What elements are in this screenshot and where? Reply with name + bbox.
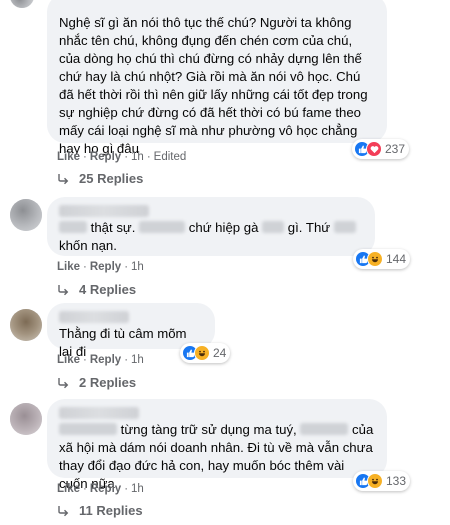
author-name-redacted[interactable]: [59, 311, 129, 323]
reaction-summary[interactable]: 237: [352, 139, 410, 159]
view-replies-button[interactable]: 25 Replies: [57, 171, 143, 186]
haha-icon: [194, 345, 210, 361]
redacted-text: [333, 221, 356, 233]
edited-label: Edited: [153, 151, 187, 163]
replies-label[interactable]: 2 Replies: [79, 375, 136, 390]
reaction-summary[interactable]: 144: [353, 249, 411, 269]
comment-bubble: từng tàng trữ sử dụng ma tuý, của xã hội…: [47, 399, 387, 491]
redacted-text: [262, 221, 285, 233]
love-icon: [366, 141, 382, 157]
reaction-summary[interactable]: 24: [180, 343, 231, 363]
reply-arrow-icon: [58, 505, 69, 516]
reply-arrow-icon: [58, 173, 69, 184]
author-name-redacted[interactable]: [59, 407, 139, 419]
comment-bubble: Nghệ sĩ gì ăn nói thô tục thế chú? Người…: [47, 0, 387, 156]
redacted-text: [59, 423, 117, 435]
replies-label[interactable]: 11 Replies: [79, 503, 143, 518]
reaction-count: 133: [386, 474, 407, 488]
comment-text-part: khốn nạn.: [59, 238, 117, 253]
replies-label[interactable]: 4 Replies: [79, 282, 136, 297]
comment-actions: Like · Reply · 1h: [57, 354, 144, 366]
comment-bubble: thật sự. chứ hiệp gà gì. Thứ khốn nạn.: [47, 197, 375, 256]
reply-link[interactable]: Reply: [90, 354, 121, 366]
reaction-count: 144: [386, 252, 407, 266]
timestamp[interactable]: 1h: [131, 151, 144, 163]
author-name-redacted[interactable]: [59, 205, 149, 217]
reaction-summary[interactable]: 133: [353, 471, 411, 491]
timestamp[interactable]: 1h: [131, 261, 144, 273]
replies-label[interactable]: 25 Replies: [79, 171, 143, 186]
comment-text-part: chứ hiệp gà: [188, 220, 259, 235]
comment-text-part: từng tàng trữ sử dụng ma tuý,: [120, 422, 297, 437]
comment-actions: Like · Reply · 1h: [57, 483, 144, 495]
reply-arrow-icon: [58, 284, 69, 295]
reply-link[interactable]: Reply: [90, 151, 121, 163]
like-link[interactable]: Like: [57, 261, 80, 273]
haha-icon: [367, 251, 383, 267]
avatar[interactable]: [10, 0, 34, 8]
view-replies-button[interactable]: 2 Replies: [57, 375, 136, 390]
comment-text-part: thật sự.: [90, 220, 136, 235]
comment-text-part: gì. Thứ: [287, 220, 331, 235]
comment-actions: Like · Reply · 1h: [57, 261, 144, 273]
reaction-count: 237: [385, 142, 406, 156]
like-link[interactable]: Like: [57, 151, 80, 163]
redacted-text: [59, 221, 87, 233]
view-replies-button[interactable]: 11 Replies: [57, 503, 143, 518]
like-link[interactable]: Like: [57, 483, 80, 495]
reaction-count: 24: [213, 346, 227, 360]
reply-link[interactable]: Reply: [90, 261, 121, 273]
comment-text: Nghệ sĩ gì ăn nói thô tục thế chú? Người…: [59, 15, 368, 156]
comment-actions: Like · Reply · 1h · Edited: [57, 151, 187, 163]
like-link[interactable]: Like: [57, 354, 80, 366]
haha-icon: [367, 473, 383, 489]
avatar[interactable]: [10, 403, 42, 435]
timestamp[interactable]: 1h: [131, 483, 144, 495]
reply-arrow-icon: [58, 377, 69, 388]
redacted-text: [300, 423, 349, 435]
avatar[interactable]: [10, 309, 42, 341]
avatar[interactable]: [10, 199, 42, 231]
view-replies-button[interactable]: 4 Replies: [57, 282, 136, 297]
reply-link[interactable]: Reply: [90, 483, 121, 495]
timestamp[interactable]: 1h: [131, 354, 144, 366]
redacted-text: [139, 221, 186, 233]
